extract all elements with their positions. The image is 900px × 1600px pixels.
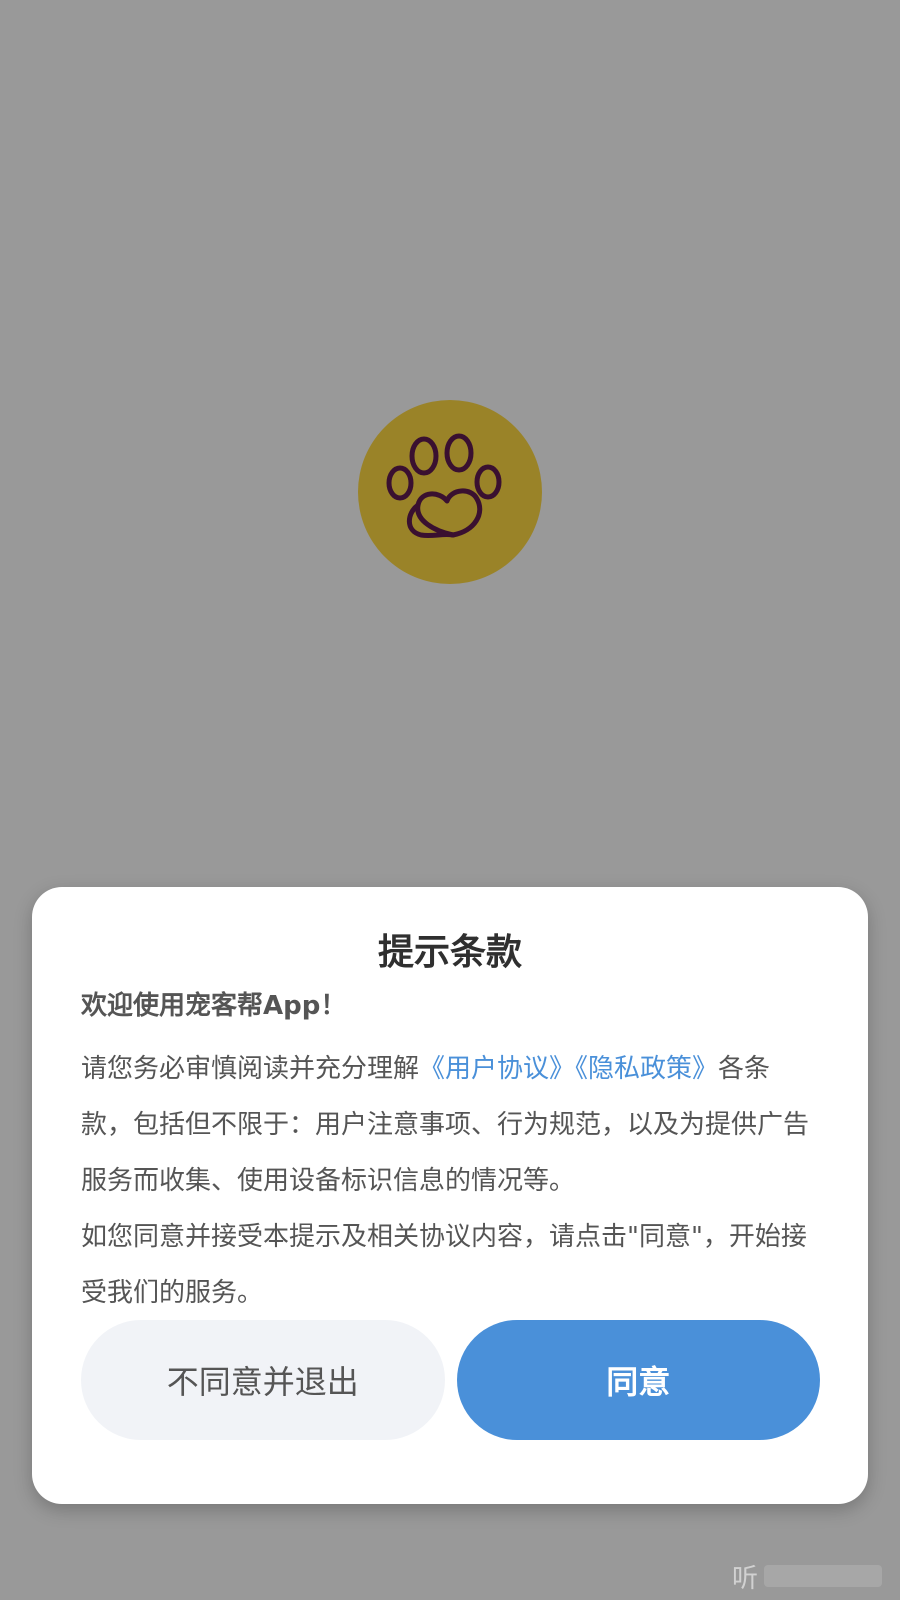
terms-prefix: 请您务必审慎阅读并充分理解 [81,1054,420,1084]
terms-paragraph-2: 如您同意并接受本提示及相关协议内容，请点击"同意"，开始接受我们的服务。 [81,1222,807,1308]
terms-dialog: 提示条款 欢迎使用宠客帮App！ 请您务必审慎阅读并充分理解《用户协议》《隐私政… [32,887,868,1504]
paw-heart-icon [386,433,502,539]
terms-body: 请您务必审慎阅读并充分理解《用户协议》《隐私政策》各条款，包括但不限于：用户注意… [81,1041,819,1321]
welcome-text: 欢迎使用宠客帮App！ [81,991,347,1021]
dialog-title: 提示条款 [377,932,522,973]
watermark-bar [764,1565,882,1587]
listen-icon: 听 [732,1563,759,1594]
app-logo [358,400,542,584]
user-agreement-link[interactable]: 《用户协议》 [419,1054,575,1084]
watermark: 听 [732,1556,882,1596]
terms-paragraph-1: 请您务必审慎阅读并充分理解《用户协议》《隐私政策》各条款，包括但不限于：用户注意… [81,1041,819,1209]
agree-button[interactable]: 同意 [456,1320,820,1440]
privacy-policy-link[interactable]: 《隐私政策》 [575,1054,718,1084]
dialog-buttons: 不同意并退出 同意 [81,1320,820,1440]
decline-exit-button[interactable]: 不同意并退出 [81,1320,445,1440]
